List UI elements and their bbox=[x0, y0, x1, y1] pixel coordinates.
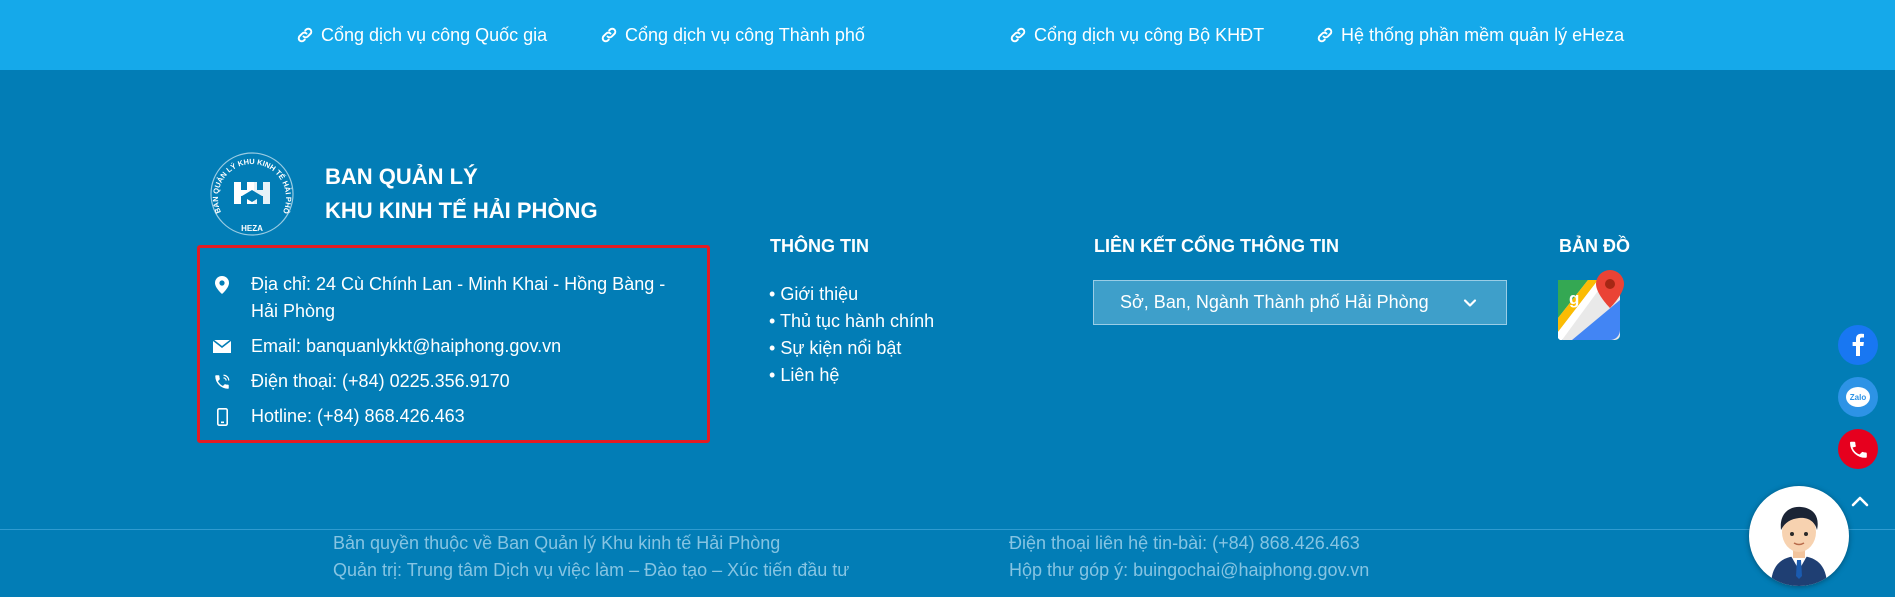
hotline-text[interactable]: Hotline: (+84) 868.426.463 bbox=[251, 403, 465, 430]
address-text: Địa chỉ: 24 Cù Chính Lan - Minh Khai - H… bbox=[251, 274, 666, 321]
hotline-row: Hotline: (+84) 868.426.463 bbox=[212, 403, 465, 430]
svg-text:g: g bbox=[1569, 289, 1579, 308]
link-ministry-public-service[interactable]: Cổng dịch vụ công Bộ KHĐT bbox=[1009, 22, 1264, 48]
zalo-icon: Zalo bbox=[1846, 387, 1870, 407]
link-icon bbox=[1317, 27, 1333, 43]
link-icon bbox=[1010, 27, 1026, 43]
phone-row: Điện thoại: (+84) 0225.356.9170 bbox=[212, 368, 510, 395]
menu-item-admin-procedures[interactable]: • Thủ tục hành chính bbox=[769, 308, 934, 335]
email-text[interactable]: Email: banquanlykkt@haiphong.gov.vn bbox=[251, 333, 561, 360]
menu-item-contact[interactable]: • Liên hệ bbox=[769, 362, 934, 389]
facebook-button[interactable] bbox=[1838, 325, 1878, 365]
svg-text:HEZA: HEZA bbox=[241, 224, 263, 233]
info-heading: THÔNG TIN bbox=[770, 236, 869, 256]
link-icon bbox=[297, 27, 313, 43]
map-heading: BẢN ĐỒ bbox=[1559, 236, 1630, 256]
org-name-line1: BAN QUẢN LÝ bbox=[325, 164, 478, 189]
email-row: Email: banquanlykkt@haiphong.gov.vn bbox=[212, 333, 561, 360]
link-label: Hệ thống phần mềm quản lý eHeza bbox=[1341, 24, 1625, 45]
location-pin-icon bbox=[212, 271, 232, 298]
heza-logo: HEZA BAN QUẢN LÝ KHU KINH TẾ HẢI PHÒNG bbox=[206, 150, 294, 236]
org-name-line2: KHU KINH TẾ HẢI PHÒNG bbox=[325, 198, 598, 223]
svg-text:Zalo: Zalo bbox=[1850, 393, 1867, 402]
phone-icon bbox=[1850, 441, 1867, 458]
portal-links-select[interactable]: Sở, Ban, Ngành Thành phố Hải Phòng bbox=[1093, 280, 1507, 325]
chevron-up-icon[interactable] bbox=[1846, 490, 1874, 512]
link-label: Cổng dịch vụ công Quốc gia bbox=[321, 24, 548, 45]
select-value: Sở, Ban, Ngành Thành phố Hải Phòng bbox=[1120, 292, 1429, 312]
mobile-phone-icon bbox=[212, 403, 232, 430]
footer-divider bbox=[0, 529, 1895, 530]
contact-phone-text: Điện thoại liên hệ tin-bài: (+84) 868.42… bbox=[1009, 533, 1360, 553]
link-label: Cổng dịch vụ công Bộ KHĐT bbox=[1034, 24, 1265, 45]
envelope-icon bbox=[212, 333, 232, 360]
address-row: Địa chỉ: 24 Cù Chính Lan - Minh Khai - H… bbox=[212, 271, 692, 325]
contact-box: Địa chỉ: 24 Cù Chính Lan - Minh Khai - H… bbox=[197, 245, 710, 443]
link-national-public-service[interactable]: Cổng dịch vụ công Quốc gia bbox=[296, 22, 547, 48]
copyright-text: Bản quyền thuộc về Ban Quản lý Khu kinh … bbox=[333, 533, 781, 553]
zalo-button[interactable]: Zalo bbox=[1838, 377, 1878, 417]
admin-text: Quản trị: Trung tâm Dịch vụ việc làm – Đ… bbox=[333, 560, 850, 580]
menu-item-introduction[interactable]: • Giới thiệu bbox=[769, 281, 934, 308]
portal-links-heading: LIÊN KẾT CỔNG THÔNG TIN bbox=[1094, 236, 1339, 256]
link-icon bbox=[601, 27, 617, 43]
link-label: Cổng dịch vụ công Thành phố bbox=[625, 24, 865, 45]
phone-text[interactable]: Điện thoại: (+84) 0225.356.9170 bbox=[251, 368, 510, 395]
top-links-bar: Cổng dịch vụ công Quốc gia Cổng dịch vụ … bbox=[0, 0, 1895, 70]
support-agent-icon bbox=[1751, 488, 1847, 586]
chevron-down-icon bbox=[1463, 299, 1477, 307]
facebook-icon bbox=[1852, 333, 1864, 356]
phone-call-icon bbox=[212, 368, 232, 395]
call-button[interactable] bbox=[1838, 429, 1878, 469]
link-eheza-system[interactable]: Hệ thống phần mềm quản lý eHeza bbox=[1316, 22, 1624, 48]
link-city-public-service[interactable]: Cổng dịch vụ công Thành phố bbox=[600, 22, 865, 48]
menu-item-featured-events[interactable]: • Sự kiện nổi bật bbox=[769, 335, 934, 362]
mailbox-text: Hộp thư góp ý: buingochai@haiphong.gov.v… bbox=[1009, 560, 1370, 580]
support-avatar[interactable] bbox=[1749, 486, 1849, 586]
info-menu: • Giới thiệu • Thủ tục hành chính • Sự k… bbox=[769, 281, 934, 389]
org-name: BAN QUẢN LÝ KHU KINH TẾ HẢI PHÒNG bbox=[325, 160, 598, 228]
google-maps-icon[interactable]: g bbox=[1558, 270, 1626, 342]
